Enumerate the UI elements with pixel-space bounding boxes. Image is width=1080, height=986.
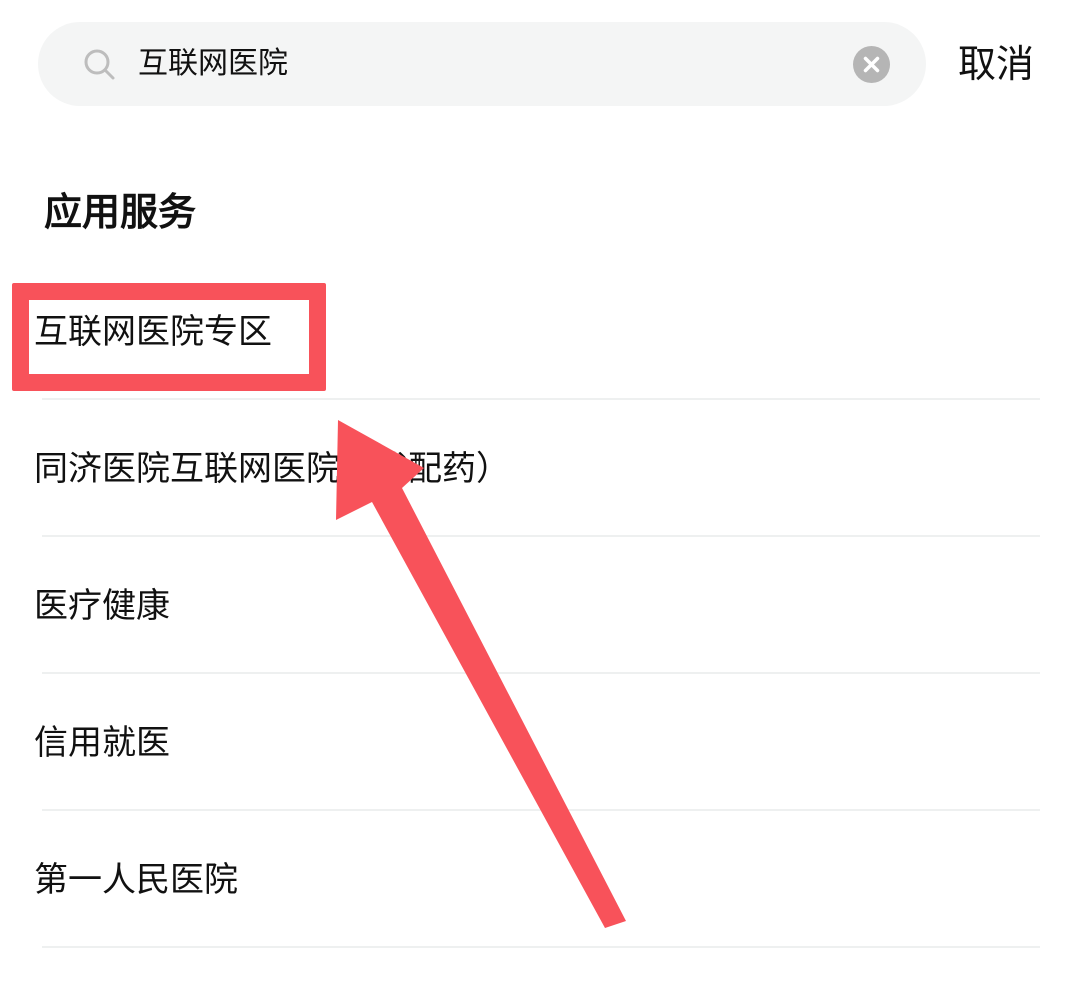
result-item-credit-medical[interactable]: 信用就医 (34, 717, 170, 769)
result-item-hospital-zone[interactable]: 互联网医院专区 (34, 306, 272, 358)
result-item-medical-health[interactable]: 医疗健康 (34, 580, 170, 632)
cancel-button[interactable]: 取消 (958, 36, 1034, 92)
search-input[interactable]: 互联网医院 (138, 40, 288, 88)
section-title: 应用服务 (44, 190, 197, 234)
search-icon (84, 49, 116, 81)
result-item-first-peoples-hospital[interactable]: 第一人民医院 (34, 854, 238, 906)
list-divider (42, 946, 1040, 948)
list-divider (42, 672, 1040, 674)
list-divider (42, 535, 1040, 537)
list-divider (42, 398, 1040, 400)
clear-icon[interactable] (853, 46, 890, 83)
result-item-tongji-hospital[interactable]: 同济医院互联网医院（代配药） (34, 443, 510, 495)
list-divider (42, 809, 1040, 811)
